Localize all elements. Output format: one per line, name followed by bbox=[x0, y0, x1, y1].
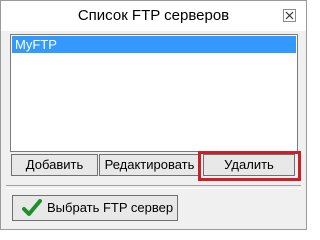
title-bar: Список FTP серверов bbox=[1, 1, 306, 31]
delete-highlight-box bbox=[198, 151, 301, 181]
ftp-servers-dialog: Список FTP серверов MyFTP Добавить Редак… bbox=[0, 0, 307, 230]
select-button-label: Выбрать FTP сервер bbox=[47, 200, 174, 215]
close-icon bbox=[285, 11, 294, 20]
edit-button[interactable]: Редактировать bbox=[99, 154, 200, 176]
select-ftp-server-button[interactable]: Выбрать FTP сервер bbox=[12, 195, 178, 221]
ftp-server-list[interactable]: MyFTP bbox=[10, 34, 298, 152]
window-title: Список FTP серверов bbox=[77, 7, 230, 24]
close-button[interactable] bbox=[283, 9, 296, 22]
add-button[interactable]: Добавить bbox=[11, 154, 98, 176]
separator-line bbox=[6, 185, 301, 189]
checkmark-icon bbox=[22, 199, 42, 216]
list-item[interactable]: MyFTP bbox=[12, 36, 296, 53]
